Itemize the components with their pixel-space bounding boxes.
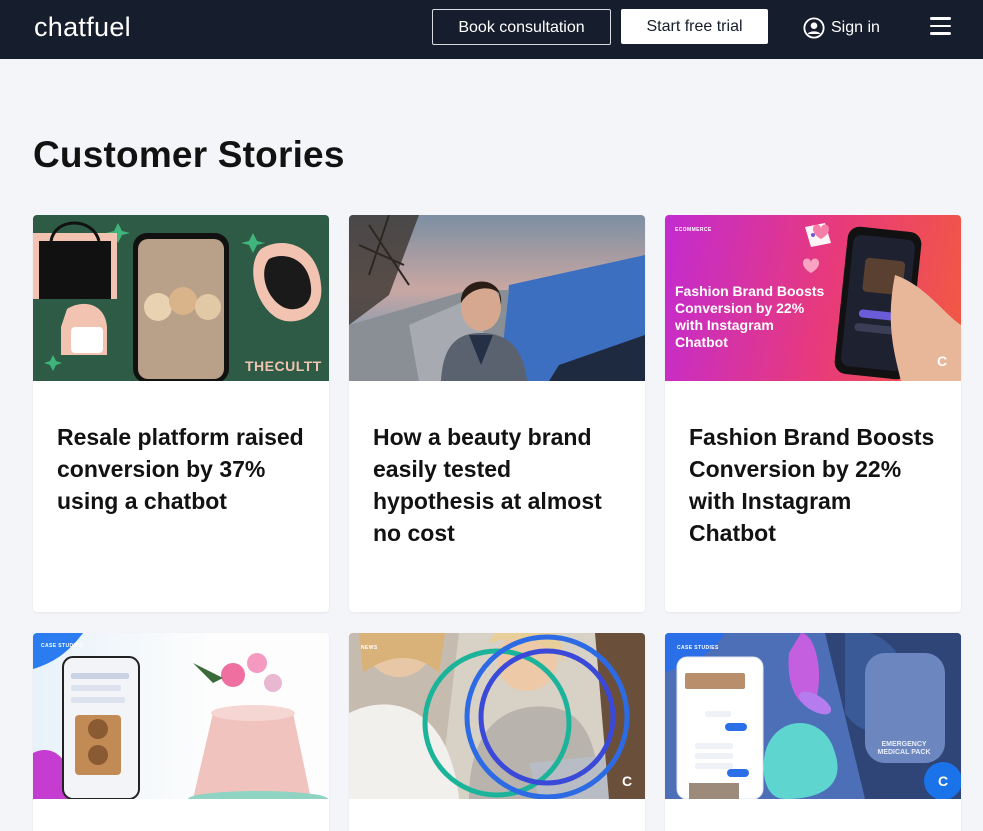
chatfuel-logo[interactable]: chatfuel — [34, 12, 131, 43]
sign-in-label: Sign in — [831, 19, 880, 36]
story-image: CASE STUDIES — [33, 633, 329, 799]
chatfuel-badge-icon: C — [622, 773, 633, 789]
hamburger-menu-icon[interactable] — [930, 17, 952, 37]
category-tag: CASE STUDIES — [41, 643, 83, 649]
brand-logo: THECULTT — [245, 358, 322, 374]
chatfuel-badge-icon: C — [938, 773, 949, 789]
page-title: Customer Stories — [33, 134, 345, 175]
book-consultation-button[interactable]: Book consultation — [432, 9, 611, 45]
story-card[interactable]: How a beauty brand easily tested hypothe… — [349, 215, 645, 612]
user-circle-icon — [803, 17, 825, 39]
start-free-trial-button[interactable]: Start free trial — [621, 9, 768, 44]
story-card[interactable]: NEWS C — [349, 633, 645, 831]
story-title: Fashion Brand Boosts Conversion by 22% w… — [689, 424, 935, 546]
story-card[interactable]: ECOMMERCE Fashion Brand Boosts Conversio… — [665, 215, 961, 612]
story-card[interactable]: CASE STUDIES — [33, 633, 329, 831]
chatfuel-badge-icon: C — [937, 353, 948, 369]
top-nav: chatfuel Book consultation Start free tr… — [0, 0, 983, 59]
story-card[interactable]: CASE STUDIES EMERGENCY MEDICAL PACK C — [665, 633, 961, 831]
story-image — [349, 215, 645, 381]
story-image: THECULTT — [33, 215, 329, 381]
sign-in-link[interactable]: Sign in — [803, 14, 880, 42]
story-card[interactable]: THECULTT Resale platform raised conversi… — [33, 215, 329, 612]
story-title: How a beauty brand easily tested hypothe… — [373, 424, 602, 546]
category-tag: CASE STUDIES — [677, 645, 719, 651]
story-image: CASE STUDIES EMERGENCY MEDICAL PACK C — [665, 633, 961, 799]
story-image: NEWS C — [349, 633, 645, 799]
story-title: Resale platform raised conversion by 37%… — [57, 424, 304, 514]
backpack-text: EMERGENCY MEDICAL PACK — [877, 741, 931, 756]
category-tag: NEWS — [361, 645, 378, 651]
story-image: ECOMMERCE Fashion Brand Boosts Conversio… — [665, 215, 961, 381]
